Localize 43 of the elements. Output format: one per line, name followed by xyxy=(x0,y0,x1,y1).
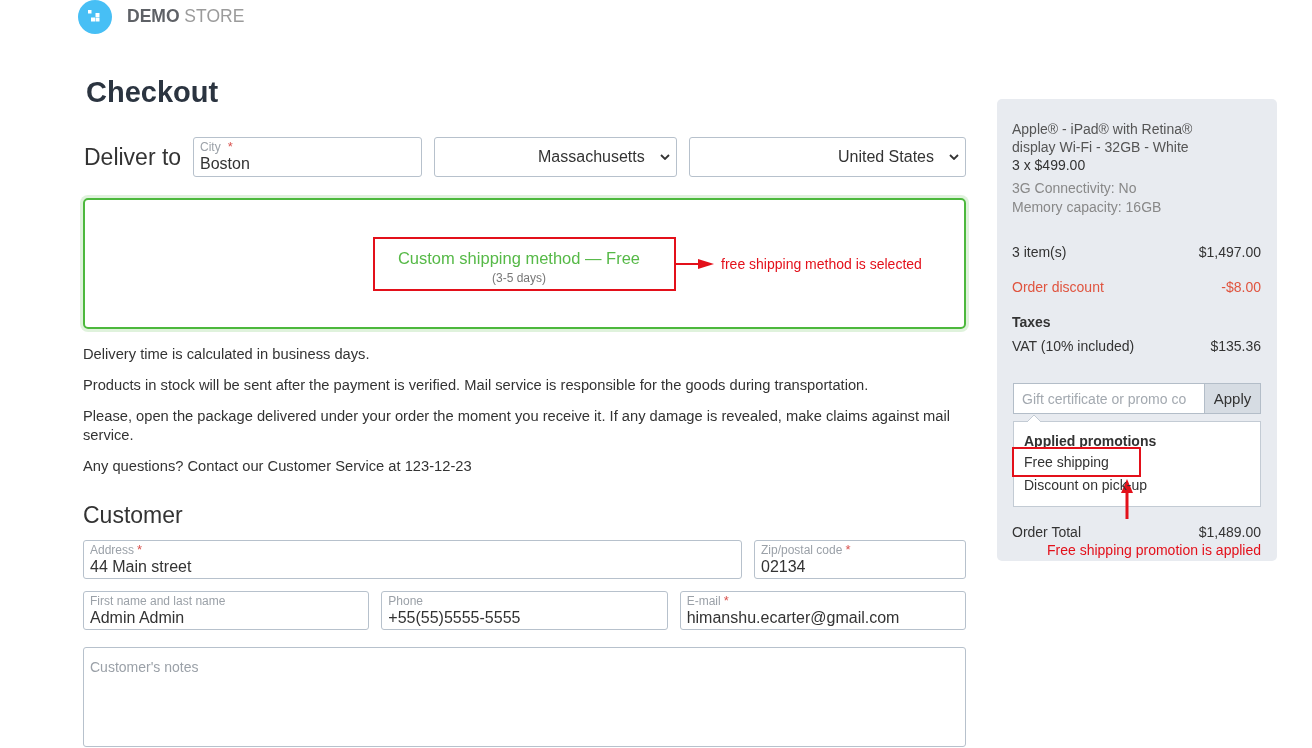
order-total-label: Order Total xyxy=(1012,523,1081,542)
info-paragraph: Delivery time is calculated in business days. xyxy=(83,345,370,364)
taxes-heading: Taxes xyxy=(1012,313,1051,332)
product-option: Memory capacity: 16GB xyxy=(1012,198,1162,217)
promo-code-field[interactable]: Gift certificate or promo co xyxy=(1013,383,1204,414)
notes-field[interactable]: Customer's notes xyxy=(83,647,966,747)
shipping-method-card[interactable]: Custom shipping method — Free (3-5 days) free shipping method is selected xyxy=(83,198,966,329)
field-label: Zip/postal code * xyxy=(761,543,851,557)
info-paragraph: Any questions? Contact our Customer Service at 123-12-23 xyxy=(83,457,472,476)
product-name: Apple® - iPad® with Retina® display Wi-Fi - 32GB - White xyxy=(1012,120,1194,156)
section-label: Deliver to xyxy=(84,143,181,171)
shipping-duration: (3-5 days) xyxy=(492,269,546,286)
tax-label: VAT (10% included) xyxy=(1012,337,1135,356)
field-label: First name and last name xyxy=(90,594,226,608)
annotation-note: free shipping method is selected xyxy=(721,255,922,272)
shipping-method-name: Custom shipping method — Free xyxy=(397,247,641,268)
product-quantity-price: 3 x $499.00 xyxy=(1012,156,1086,175)
promotion-name: Free shipping xyxy=(1024,454,1109,470)
info-paragraph: Please, open the package delivered under your order the moment you receive it. If any damage is revealed, make claims against mail service. xyxy=(83,407,952,445)
annotation-note: Free shipping promotion is applied xyxy=(1047,542,1261,558)
page-title: Checkout xyxy=(86,75,219,110)
order-total-value: $1,489.00 xyxy=(1198,523,1261,542)
logo-icon xyxy=(78,0,112,34)
tax-value: $135.36 xyxy=(1210,337,1261,356)
apply-button[interactable]: Apply xyxy=(1204,383,1261,414)
info-paragraph: Products in stock will be sent after the payment is verified. Mail service is responsible for the goods during transportation. xyxy=(83,376,869,395)
logo-text: DEMO STORE xyxy=(127,6,245,27)
chevron-down-icon xyxy=(949,154,959,160)
summary-value: -$8.00 xyxy=(1221,278,1261,297)
promotions-heading: Applied promotions xyxy=(1024,432,1157,451)
state-dropdown[interactable]: Massachusetts xyxy=(433,137,677,177)
field-label: Address * xyxy=(90,543,143,557)
chevron-down-icon xyxy=(659,154,670,160)
field-label: E-mail * xyxy=(686,594,729,608)
summary-label: Order discount xyxy=(1012,278,1104,297)
product-option: 3G Connectivity: No xyxy=(1012,179,1137,198)
section-heading: Customer xyxy=(83,502,183,528)
summary-label: 3 item(s) xyxy=(1012,243,1067,262)
summary-value: $1,497.00 xyxy=(1198,243,1261,262)
field-label: Phone xyxy=(388,594,424,608)
country-dropdown[interactable]: United States xyxy=(688,137,966,177)
arrow-icon xyxy=(676,257,715,270)
field-label: City * xyxy=(200,140,233,154)
